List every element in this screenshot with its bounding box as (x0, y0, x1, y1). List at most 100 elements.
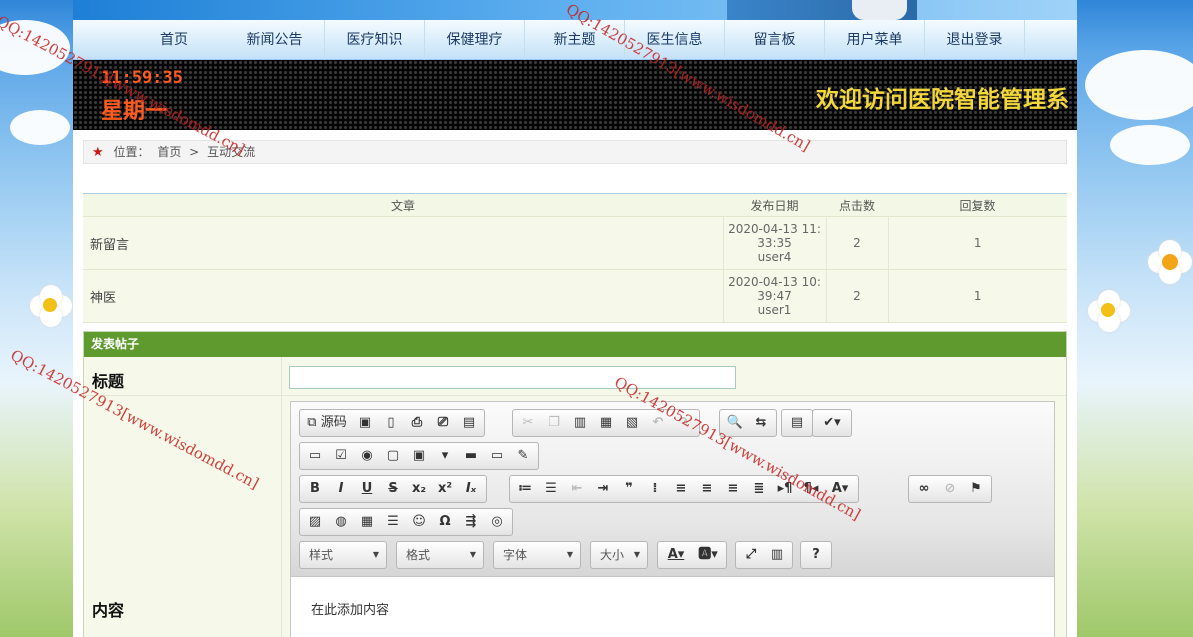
find-icon[interactable]: 🔍 (722, 411, 748, 435)
text-color-icon[interactable]: A▾ (660, 543, 692, 567)
smiley-icon[interactable]: ☺ (406, 510, 432, 534)
toolbar-group-insert: ▨ ◍ ▦ ☰ ☺ Ω ⇶ ◎ (299, 508, 513, 536)
underline-icon[interactable]: U (354, 477, 380, 501)
select-all-icon[interactable]: ▤ (784, 411, 810, 435)
cloud-decoration (1085, 50, 1193, 120)
nav-item-doctor-info[interactable]: 医生信息 (625, 20, 725, 60)
checkbox-icon[interactable]: ☑ (328, 444, 354, 468)
templates-icon[interactable]: ▤ (456, 411, 482, 435)
div-container-icon[interactable]: ⁞ (642, 477, 668, 501)
nav-item-health-care[interactable]: 保健理疗 (425, 20, 525, 60)
button-field-icon[interactable]: ▬ (458, 444, 484, 468)
column-header-date: 发布日期 (723, 193, 826, 217)
subscript-icon[interactable]: x₂ (406, 477, 432, 501)
maximize-icon[interactable]: ⤢ (738, 543, 764, 567)
language-icon[interactable]: A▾ (824, 477, 856, 501)
horizontal-rule-icon[interactable]: ☰ (380, 510, 406, 534)
outdent-icon[interactable]: ⇤ (564, 477, 590, 501)
nav-item-logout[interactable]: 退出登录 (925, 20, 1025, 60)
undo-icon[interactable]: ↶ (645, 411, 671, 435)
align-left-icon[interactable]: ≡ (668, 477, 694, 501)
ltr-icon[interactable]: ▸¶ (772, 477, 798, 501)
anchor-icon[interactable]: ⚑ (963, 477, 989, 501)
paste-word-icon[interactable]: ▧ (619, 411, 645, 435)
post-title-link[interactable]: 新留言 (83, 216, 723, 270)
iframe-icon[interactable]: ◎ (484, 510, 510, 534)
post-time: 33:35 (757, 236, 792, 250)
font-select[interactable]: 字体 ▼ (493, 541, 581, 569)
blockquote-icon[interactable]: ❞ (616, 477, 642, 501)
title-input[interactable] (289, 366, 736, 389)
italic-icon[interactable]: I (328, 477, 354, 501)
editor-content-area[interactable]: 在此添加内容 (291, 577, 1054, 618)
unlink-icon[interactable]: ⊘ (937, 477, 963, 501)
style-select[interactable]: 样式 ▼ (299, 541, 387, 569)
text-field-icon[interactable]: ▢ (380, 444, 406, 468)
header-image (73, 0, 1077, 20)
rtl-icon[interactable]: ¶◂ (798, 477, 824, 501)
page-container: 首页 新闻公告 医疗知识 保健理疗 新主题 医生信息 留言板 用户菜单 退出登录… (73, 0, 1077, 637)
strike-icon[interactable]: S (380, 477, 406, 501)
toolbar-group-forms: ▭ ☑ ◉ ▢ ▣ ▾ ▬ ▭ ✎ (299, 442, 539, 470)
page-break-icon[interactable]: ⇶ (458, 510, 484, 534)
copy-icon[interactable]: ❐ (541, 411, 567, 435)
clock-weekday: 星期一 (101, 99, 168, 124)
align-justify-icon[interactable]: ≣ (746, 477, 772, 501)
title-label: 标题 (92, 372, 125, 391)
indent-icon[interactable]: ⇥ (590, 477, 616, 501)
post-title-link[interactable]: 神医 (83, 269, 723, 323)
nav-item-news[interactable]: 新闻公告 (225, 20, 325, 60)
help-icon[interactable]: ? (803, 543, 829, 567)
remove-format-icon[interactable]: Iₓ (458, 477, 484, 501)
table-icon[interactable]: ▦ (354, 510, 380, 534)
bold-icon[interactable]: B (302, 477, 328, 501)
breadcrumb-home-link[interactable]: 首页 (157, 145, 181, 159)
post-replies: 1 (887, 269, 1067, 323)
nav-item-new-topic[interactable]: 新主题 (525, 20, 625, 60)
show-blocks-icon[interactable]: ▥ (764, 543, 790, 567)
preview-icon[interactable]: ⎙ (404, 411, 430, 435)
image-button-icon[interactable]: ▭ (484, 444, 510, 468)
paste-icon[interactable]: ▥ (567, 411, 593, 435)
nav-item-message-board[interactable]: 留言板 (725, 20, 825, 60)
align-center-icon[interactable]: ≡ (694, 477, 720, 501)
size-select[interactable]: 大小 ▼ (590, 541, 648, 569)
paste-text-icon[interactable]: ▦ (593, 411, 619, 435)
numbered-list-icon[interactable]: ≔ (512, 477, 538, 501)
align-right-icon[interactable]: ≡ (720, 477, 746, 501)
textarea-icon[interactable]: ▣ (406, 444, 432, 468)
chevron-down-icon: ▼ (372, 550, 379, 559)
toolbar-group-spellcheck: ✔▾ (812, 409, 852, 437)
cut-icon[interactable]: ✂ (515, 411, 541, 435)
radio-icon[interactable]: ◉ (354, 444, 380, 468)
nav-item-home[interactable]: 首页 (123, 20, 225, 60)
new-page-icon[interactable]: ▯ (378, 411, 404, 435)
redo-icon[interactable]: ↷ (671, 411, 697, 435)
bulleted-list-icon[interactable]: ☰ (538, 477, 564, 501)
save-icon[interactable]: ▣ (352, 411, 378, 435)
replace-icon[interactable]: ⇆ (748, 411, 774, 435)
post-date: 2020-04-13 10: (728, 275, 821, 289)
nav-item-medical-knowledge[interactable]: 医疗知识 (325, 20, 425, 60)
welcome-text: 欢迎访问医院智能管理系 (816, 87, 1069, 113)
special-char-icon[interactable]: Ω (432, 510, 458, 534)
form-icon[interactable]: ▭ (302, 444, 328, 468)
hidden-field-icon[interactable]: ✎ (510, 444, 536, 468)
format-select[interactable]: 格式 ▼ (396, 541, 484, 569)
chevron-down-icon: ▼ (566, 550, 573, 559)
source-button[interactable]: ⧉ 源码 (302, 411, 352, 435)
table-row: 神医 2020-04-13 10: 39:47 user1 2 1 (83, 269, 1067, 323)
flash-icon[interactable]: ◍ (328, 510, 354, 534)
superscript-icon[interactable]: x² (432, 477, 458, 501)
image-icon[interactable]: ▨ (302, 510, 328, 534)
daffodil-flower (1088, 290, 1130, 332)
nav-item-user-menu[interactable]: 用户菜单 (825, 20, 925, 60)
bg-color-icon[interactable]: 🅰▾ (692, 543, 724, 567)
link-icon[interactable]: ∞ (911, 477, 937, 501)
print-icon[interactable]: ⎚ (430, 411, 456, 435)
editor-toolbar: ⧉ 源码 ▣ ▯ ⎙ ⎚ ▤ ✂ ❐ ▥ ▦ ▧ ↶ ↷ 🔍 ⇆ ▤ ✔▾ ▭ … (291, 402, 1054, 577)
chevron-down-icon: ▼ (469, 550, 476, 559)
spellcheck-icon[interactable]: ✔▾ (815, 411, 849, 435)
select-field-icon[interactable]: ▾ (432, 444, 458, 468)
breadcrumb: ★ 位置： 首页 > 互动交流 (83, 140, 1067, 164)
